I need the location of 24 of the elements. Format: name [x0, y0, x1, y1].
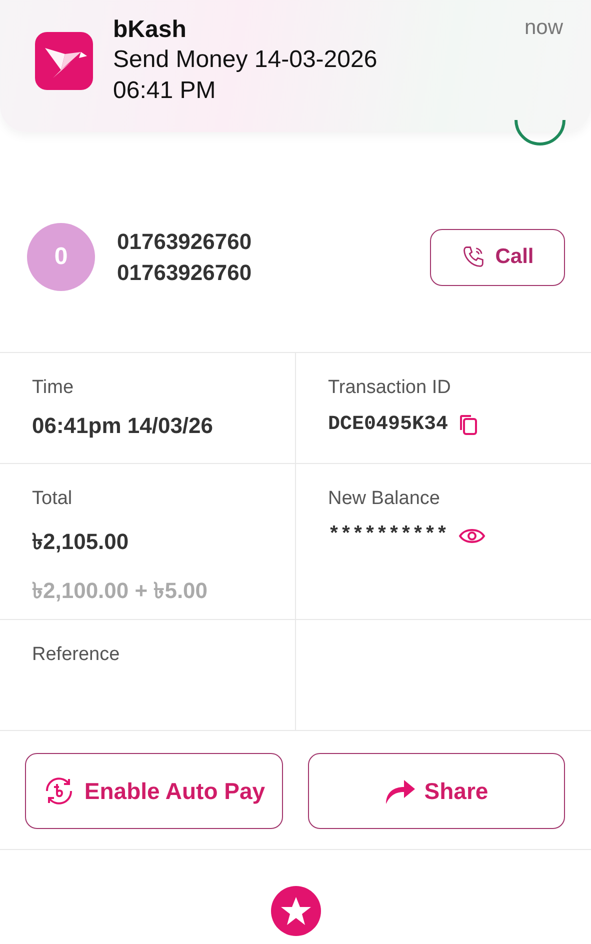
detail-label: Transaction ID — [328, 377, 452, 399]
contact-number: 01763926760 — [117, 259, 253, 287]
detail-value: ********** — [328, 524, 448, 547]
detail-label: New Balance — [328, 488, 441, 510]
detail-value: 06:41pm 14/03/26 — [32, 413, 214, 439]
contact-name: 01763926760 — [117, 228, 253, 256]
detail-label: Reference — [32, 644, 121, 666]
detail-value: DCE0495K34 — [328, 413, 448, 436]
star-button-icon[interactable] — [270, 885, 322, 937]
detail-label: Total — [32, 488, 74, 510]
app-name: bKash — [113, 16, 188, 44]
share-button[interactable]: Share — [308, 753, 565, 829]
avatar: 0 — [27, 223, 95, 291]
notification-time: now — [524, 16, 563, 40]
notification-message: Send Money 14-03-2026 06:41 PM — [113, 45, 378, 106]
eye-icon[interactable] — [458, 526, 486, 544]
detail-value: ৳2,105.00 — [32, 528, 129, 556]
detail-label: Time — [32, 377, 75, 399]
bird-app-icon — [35, 32, 93, 90]
call-button[interactable]: Call — [430, 228, 565, 286]
auto-pay-button[interactable]: Enable Auto Pay — [25, 753, 282, 829]
copy-icon[interactable] — [458, 414, 478, 436]
amount-breakdown: ৳2,100.00 + ৳5.00 — [32, 577, 209, 605]
notification-card[interactable]: bKash Send Money 14-03-2026 06:41 PM now — [0, 0, 591, 132]
